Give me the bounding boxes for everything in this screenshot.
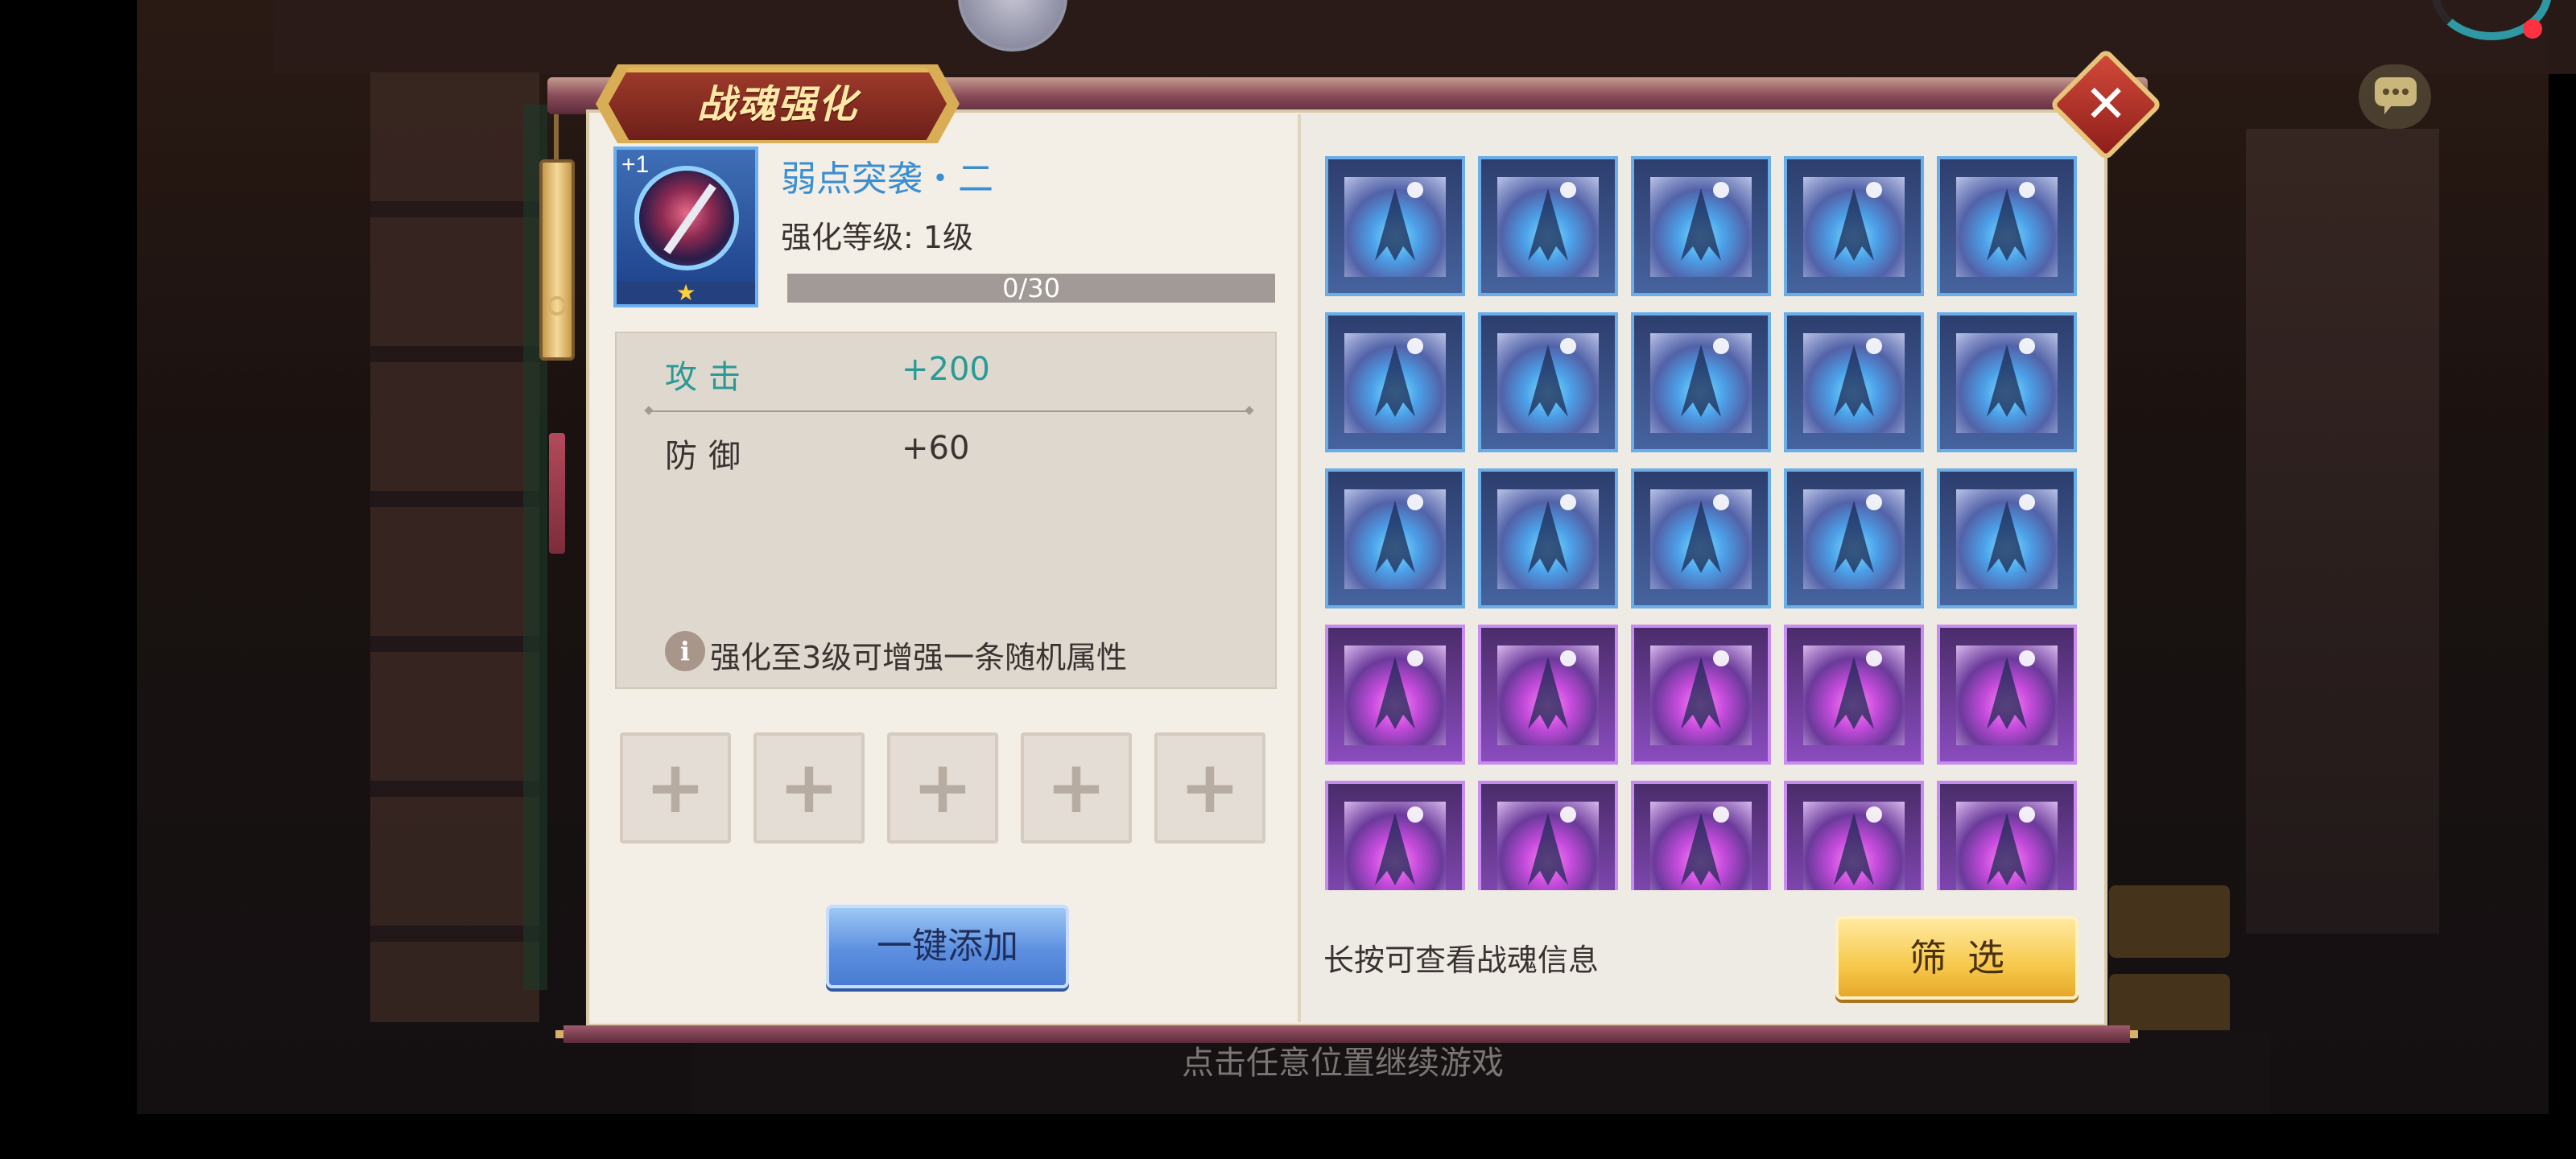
tap-to-continue-text: 点击任意位置继续游戏	[1182, 1045, 1504, 1082]
stat-name: 防御	[665, 438, 752, 475]
gem-shine-icon	[1407, 338, 1423, 354]
plus-icon: +	[778, 745, 840, 830]
material-slot[interactable]: +	[753, 732, 865, 843]
purple-war-soul-gem-icon[interactable]	[1937, 781, 2077, 890]
game-screen[interactable]: 战魂强化 ✕ +1 ★ 弱点突袭・二 强化等级: 1级 0/30 攻击 +200…	[0, 0, 2576, 1159]
gem-shine-icon	[1866, 182, 1882, 198]
gem-shine-icon	[1560, 806, 1576, 823]
war-soul-portrait-icon	[634, 166, 739, 270]
background-top-bar	[274, 0, 2576, 74]
background-right-panel	[2246, 129, 2439, 934]
gem-shine-icon	[2019, 182, 2035, 198]
purple-war-soul-gem-icon[interactable]	[1325, 781, 1465, 890]
blue-war-soul-gem-icon[interactable]	[1631, 468, 1771, 608]
gem-shine-icon	[2019, 650, 2035, 666]
purple-war-soul-gem-icon[interactable]	[1478, 781, 1618, 890]
gem-shine-icon	[1407, 650, 1423, 666]
material-slot[interactable]: +	[887, 732, 998, 843]
exp-progress-text: 0/30	[1002, 273, 1060, 303]
gem-shine-icon	[1713, 806, 1729, 823]
gem-shine-icon	[1407, 806, 1423, 823]
material-slot[interactable]: +	[620, 732, 731, 843]
blue-war-soul-gem-icon[interactable]	[1478, 156, 1618, 296]
background-button	[2109, 885, 2230, 958]
stat-separator	[649, 410, 1249, 412]
dialog-title: 战魂强化	[696, 82, 858, 127]
gem-shine-icon	[1713, 182, 1729, 198]
gem-shine-icon	[1866, 806, 1882, 823]
plus-icon: +	[645, 745, 706, 830]
material-slot[interactable]: +	[1021, 732, 1132, 843]
blue-war-soul-gem-icon[interactable]	[1325, 312, 1465, 452]
blue-war-soul-gem-icon[interactable]	[1784, 468, 1924, 608]
stat-name: 攻击	[665, 359, 752, 396]
stat-value: +200	[902, 351, 990, 388]
gem-shine-icon	[2019, 338, 2035, 354]
blue-war-soul-gem-icon[interactable]	[1325, 156, 1465, 296]
info-icon: i	[665, 631, 705, 671]
stat-value: +60	[902, 430, 970, 467]
blue-war-soul-gem-icon[interactable]	[1937, 468, 2077, 608]
war-soul-item-icon[interactable]: +1 ★	[613, 146, 758, 307]
exp-progress-bar: 0/30	[787, 274, 1275, 303]
enhance-level-label: 强化等级: 1级	[781, 220, 974, 255]
war-soul-name: 弱点突袭・二	[781, 159, 993, 200]
gem-shine-icon	[2019, 494, 2035, 510]
purple-war-soul-gem-icon[interactable]	[1631, 625, 1771, 765]
blue-war-soul-gem-icon[interactable]	[1784, 156, 1924, 296]
gem-shine-icon	[1560, 182, 1576, 198]
background-hero-list	[370, 72, 539, 1022]
stat-row-defense: 防御 +60	[617, 430, 1278, 478]
long-press-hint: 长按可查看战魂信息	[1323, 942, 1600, 978]
purple-war-soul-gem-icon[interactable]	[1478, 625, 1618, 765]
gem-shine-icon	[1560, 494, 1576, 510]
plus-icon: +	[1179, 745, 1241, 830]
stat-row-attack: 攻击 +200	[617, 351, 1278, 399]
notification-dot-icon	[2523, 19, 2542, 39]
gem-shine-icon	[1713, 338, 1729, 354]
purple-war-soul-gem-icon[interactable]	[1784, 625, 1924, 765]
blue-war-soul-gem-icon[interactable]	[1478, 468, 1618, 608]
plus-icon: +	[1046, 745, 1107, 830]
gem-shine-icon	[1560, 338, 1576, 354]
purple-war-soul-gem-icon[interactable]	[1325, 625, 1465, 765]
gem-shine-icon	[1713, 494, 1729, 510]
filter-button[interactable]: 筛选	[1835, 916, 2079, 1000]
gem-shine-icon	[1866, 494, 1882, 510]
plus-icon: +	[912, 745, 973, 830]
purple-war-soul-gem-icon[interactable]	[1937, 625, 2077, 765]
gem-shine-icon	[1407, 182, 1423, 198]
purple-war-soul-gem-icon[interactable]	[1784, 781, 1924, 890]
blue-war-soul-gem-icon[interactable]	[1937, 312, 2077, 452]
blue-war-soul-gem-icon[interactable]	[1325, 468, 1465, 608]
gem-shine-icon	[1407, 494, 1423, 510]
purple-war-soul-gem-icon[interactable]	[1631, 781, 1771, 890]
gem-shine-icon	[2019, 806, 2035, 823]
blue-war-soul-gem-icon[interactable]	[1784, 312, 1924, 452]
material-slot[interactable]: +	[1154, 732, 1265, 843]
close-icon[interactable]: ✕	[2066, 64, 2146, 145]
blue-war-soul-gem-icon[interactable]	[1478, 312, 1618, 452]
plus-level-badge: +1	[621, 151, 650, 178]
blue-war-soul-gem-icon[interactable]	[1937, 156, 2077, 296]
blue-war-soul-gem-icon[interactable]	[1631, 312, 1771, 452]
gem-shine-icon	[1866, 650, 1882, 666]
blue-war-soul-gem-icon[interactable]	[1631, 156, 1771, 296]
gem-shine-icon	[1713, 650, 1729, 666]
stats-panel: 攻击 +200 防御 +60 i 强化至3级可增强一条随机属性	[615, 332, 1277, 689]
hanging-lantern-ornament	[538, 95, 576, 554]
gem-shine-icon	[1560, 650, 1576, 666]
enhance-hint-text: 强化至3级可增强一条随机属性	[710, 640, 1128, 675]
one-click-add-button[interactable]: 一键添加	[826, 905, 1069, 988]
star-icon: ★	[617, 282, 755, 304]
gem-grid[interactable]	[1325, 156, 2082, 890]
gem-shine-icon	[1866, 338, 1882, 354]
chat-bubble-icon[interactable]	[2359, 64, 2431, 129]
